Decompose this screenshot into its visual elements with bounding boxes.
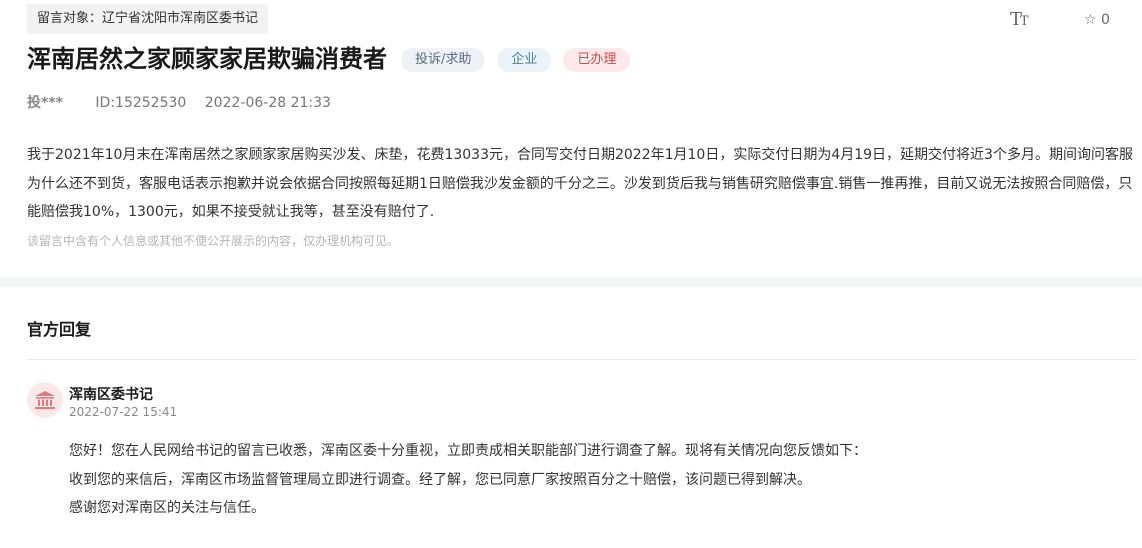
- font-size-small-glyph: T: [1020, 14, 1029, 29]
- reply-org-name: 浑南区委书记: [69, 387, 153, 403]
- message-target-tag: 留言对象：辽宁省沈阳市浑南区委书记: [27, 4, 269, 34]
- favorite-count: 0: [1101, 12, 1110, 28]
- type-badge: 投诉/求助: [401, 48, 486, 72]
- message-date: 2022-06-28 21:33: [204, 95, 331, 111]
- message-author: 投***: [27, 95, 63, 111]
- reply-heading: 官方回复: [27, 320, 92, 339]
- star-icon: ☆: [1084, 12, 1097, 28]
- reply-time: 2022-07-22 15:41: [69, 405, 178, 419]
- badge-group: 投诉/求助 企业 已办理: [401, 48, 631, 72]
- message-id: ID:15252530: [95, 95, 187, 111]
- message-meta: 投*** ID:15252530 2022-06-28 21:33: [27, 92, 331, 112]
- font-size-icon[interactable]: TT: [1010, 9, 1029, 30]
- reply-paragraph: 收到您的来信后，浑南区市场监督管理局立即进行调查。经了解，您已同意厂家按照百分之…: [69, 471, 811, 488]
- org-badge: 企业: [497, 48, 552, 72]
- message-content: 我于2021年10月末在浑南居然之家顾家家居购买沙发、床垫，花费13033元，合…: [27, 147, 1133, 220]
- section-divider: [0, 277, 1142, 287]
- reply-paragraph: 您好！您在人民网给书记的留言已收悉，浑南区委十分重视，立即责成相关职能部门进行调…: [69, 443, 867, 459]
- status-badge: 已办理: [563, 48, 631, 72]
- government-building-icon: [27, 382, 63, 418]
- message-section: 留言对象：辽宁省沈阳市浑南区委书记 TT ☆ 0 浑南居然之家顾家家居欺骗消费者…: [0, 0, 1142, 277]
- privacy-note: 该留言中含有个人信息或其他不便公开展示的内容，仅办理机构可见。: [27, 234, 400, 248]
- page-title: 浑南居然之家顾家家居欺骗消费者: [27, 45, 387, 73]
- reply-divider-line: [27, 359, 1137, 360]
- font-size-big-glyph: T: [1010, 9, 1022, 30]
- reply-paragraph: 感谢您对浑南区的关注与信任。: [69, 500, 265, 516]
- favorite-button[interactable]: ☆ 0: [1084, 12, 1110, 28]
- reply-body: 您好！您在人民网给书记的留言已收悉，浑南区委十分重视，立即责成相关职能部门进行调…: [69, 437, 867, 523]
